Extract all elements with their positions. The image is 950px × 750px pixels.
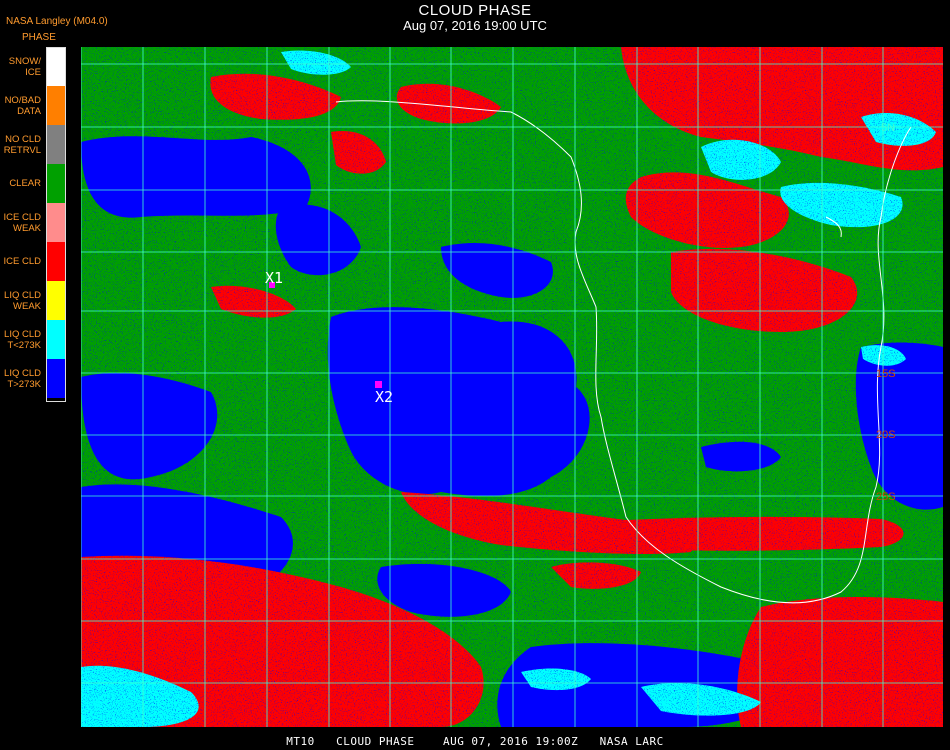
grid-label-25s: 25S [876,491,896,503]
legend-swatch [47,359,65,398]
product-label: NASA Langley (M04.0) [6,16,108,27]
satellite-map[interactable]: 5N 15S 20S 25S X1 X2 [81,47,943,727]
legend-item: NO/BAD DATA [0,86,66,125]
marker-x2-point[interactable] [375,381,382,388]
legend-item: ICE CLD WEAK [0,203,66,242]
legend-item: LIQ CLD WEAK [0,281,66,320]
grid-label-15s: 15S [876,368,896,380]
legend-heading: PHASE [22,32,56,43]
legend-label: NO CLD RETRVL [3,133,41,156]
grid-label-20s: 20S [876,429,896,441]
legend-swatch [47,164,65,203]
legend-label: LIQ CLD T>273K [4,367,41,390]
legend-label: ICE CLD WEAK [3,211,41,234]
legend-swatch [47,203,65,242]
legend-swatch [47,242,65,281]
legend-label: CLEAR [9,178,41,189]
marker-x2-label: X2 [375,388,393,406]
scattered-cloud-texture [81,47,943,727]
grid-label-5n: 5N [881,122,895,134]
legend-swatch [47,125,65,164]
legend-item: NO CLD RETRVL [0,125,66,164]
legend-swatch [47,281,65,320]
legend-item: LIQ CLD T<273K [0,320,66,359]
status-footer: MT10 CLOUD PHASE AUG 07, 2016 19:00Z NAS… [286,735,664,748]
map-title: CLOUD PHASE [418,2,532,19]
cloud-phase-map: 5N 15S 20S 25S X1 X2 [81,47,943,727]
legend-label: LIQ CLD T<273K [4,328,41,351]
legend-label: SNOW/ ICE [8,55,41,78]
map-date: Aug 07, 2016 19:00 UTC [403,18,547,33]
marker-x1-label: X1 [265,269,283,287]
legend-swatch [47,47,65,86]
legend-label: ICE CLD [3,256,41,267]
legend-item: LIQ CLD T>273K [0,359,66,398]
legend-label: LIQ CLD WEAK [4,289,41,312]
legend-item: SNOW/ ICE [0,47,66,86]
legend-label: NO/BAD DATA [4,94,41,117]
legend-item: CLEAR [0,164,66,203]
legend-swatch [47,320,65,359]
legend-item: ICE CLD [0,242,66,281]
legend-swatch [47,86,65,125]
phase-legend: SNOW/ ICE NO/BAD DATA NO CLD RETRVL CLEAR IC… [0,47,66,401]
